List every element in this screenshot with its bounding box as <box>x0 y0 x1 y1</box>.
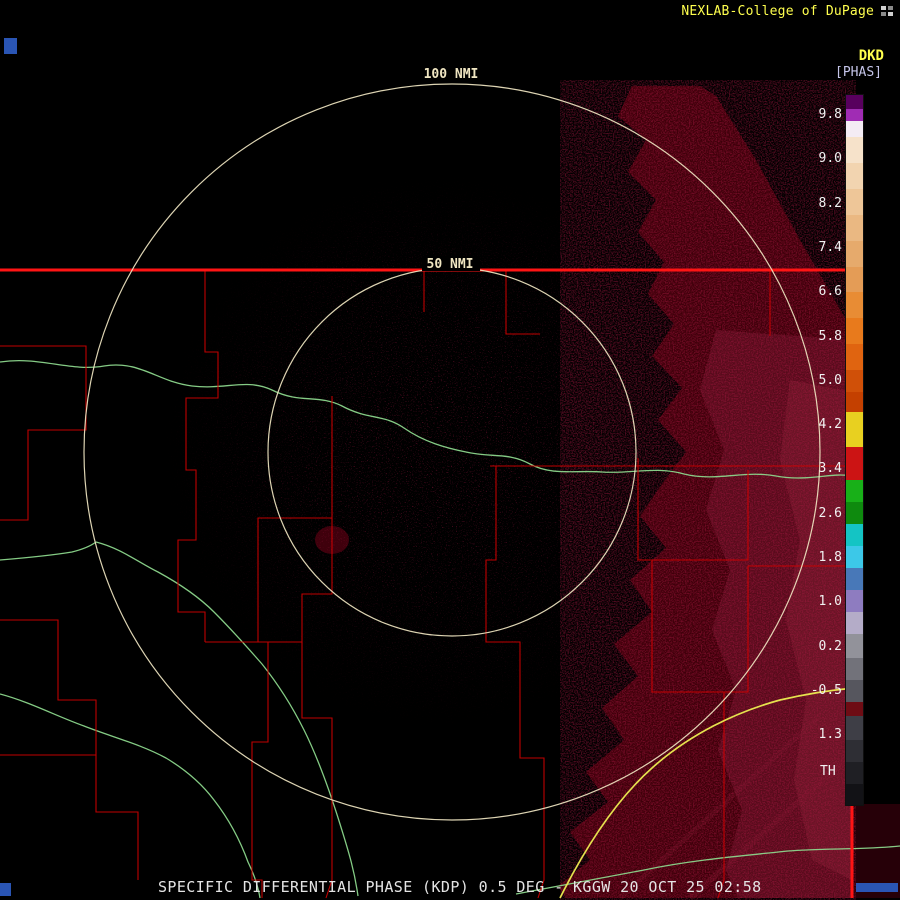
radar-echo-region <box>160 80 900 900</box>
colorbar-segment <box>846 137 863 163</box>
colorbar-segment <box>846 318 863 344</box>
colorbar-segment <box>846 121 863 137</box>
colorbar-segment <box>846 292 863 318</box>
radar-map: 100 NMI 50 NMI <box>0 66 900 900</box>
colorbar-segment <box>846 634 863 658</box>
colorbar-segment <box>846 658 863 680</box>
colorbar-segment <box>846 762 863 784</box>
colorbar-segment <box>846 241 863 267</box>
frame-marker-bottom-left <box>0 883 11 896</box>
colorbar-segment <box>846 716 863 740</box>
colorbar-segment <box>846 163 863 189</box>
colorbar-segment <box>846 447 863 480</box>
colorbar-segment <box>846 590 863 612</box>
colorbar-segment <box>846 412 863 447</box>
units-label: [PHAS] <box>835 65 882 80</box>
ring-label-100nmi: 100 NMI <box>424 67 479 82</box>
radar-viewer: { "header": { "title": "NEXLAB-College o… <box>0 0 900 900</box>
colorbar-segment <box>846 189 863 215</box>
colorbar-segment <box>846 568 863 590</box>
colorbar-segment <box>846 784 863 805</box>
colorbar-segment <box>846 370 863 392</box>
river-branch <box>0 541 97 561</box>
colorbar-segment <box>846 344 863 370</box>
county-line <box>0 345 87 521</box>
colorbar-segment <box>846 267 863 292</box>
colorbar-segment <box>846 392 863 412</box>
status-bar: SPECIFIC DIFFERENTIAL PHASE (KDP) 0.5 DE… <box>158 878 762 896</box>
colorbar <box>845 94 864 806</box>
colorbar-segment <box>846 502 863 524</box>
colorbar-segment <box>846 702 863 716</box>
county-line <box>95 755 139 880</box>
cod-logo-icon <box>881 6 893 16</box>
colorbar-segment <box>846 480 863 502</box>
frame-marker-top-left <box>4 38 17 54</box>
colorbar-segment <box>846 109 863 121</box>
ring-label-50nmi: 50 NMI <box>427 257 474 272</box>
colorbar-segment <box>846 215 863 241</box>
colorbar-segment <box>846 680 863 702</box>
threshold-label: TH <box>820 764 836 779</box>
colorbar-segment <box>846 740 863 762</box>
product-code-label: DKD <box>858 48 884 64</box>
colorbar-segment <box>846 612 863 634</box>
frame-marker-bottom-right <box>856 883 898 892</box>
colorbar-segment <box>846 524 863 546</box>
colorbar-segment <box>846 95 863 109</box>
county-line <box>0 619 97 756</box>
colorbar-segment <box>846 546 863 568</box>
site-title: NEXLAB-College of DuPage <box>681 4 874 19</box>
